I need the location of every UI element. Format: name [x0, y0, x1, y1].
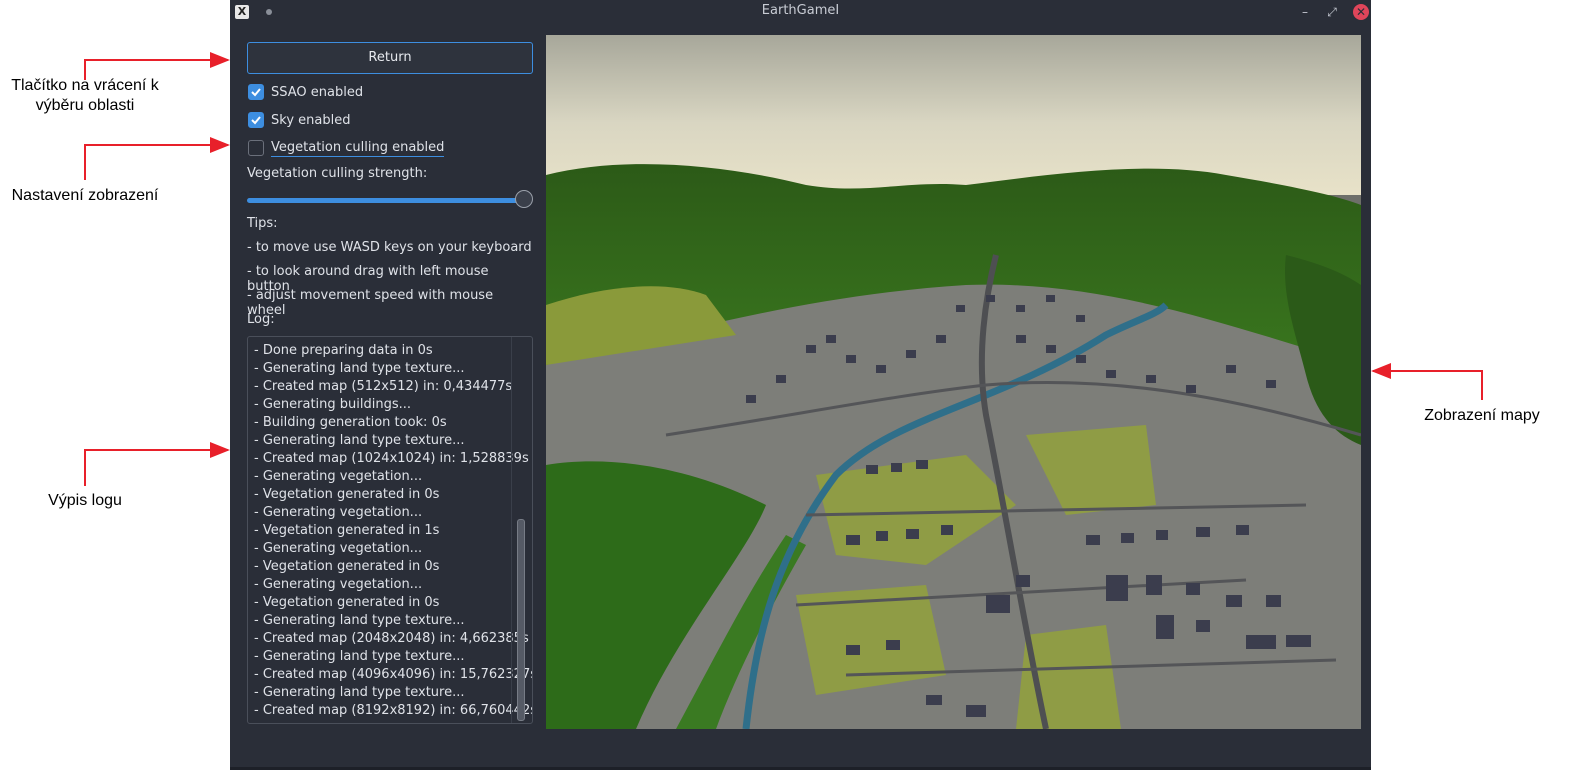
- log-list: - Done preparing data in 0s - Generating …: [254, 342, 533, 720]
- minimize-button[interactable]: –: [1297, 4, 1313, 20]
- log-entry: - Done preparing data in 0s: [254, 343, 433, 358]
- culling-strength-slider[interactable]: [247, 198, 523, 203]
- arrow-map: [1371, 363, 1483, 400]
- app-window: X EarthGameI – ⤢ ✕ Return SSAO enabled S…: [230, 0, 1371, 770]
- tip-item: - to move use WASD keys on your keyboard: [247, 240, 532, 255]
- culling-strength-slider-handle[interactable]: [515, 190, 533, 208]
- meadow: [1016, 625, 1121, 729]
- log-entry: - Created map (512x512) in: 0,434477s: [254, 379, 513, 394]
- log-scrollbar[interactable]: [511, 337, 532, 723]
- log-entry: - Generating land type texture...: [254, 613, 465, 628]
- log-entry: - Vegetation generated in 0s: [254, 487, 440, 502]
- log-entry: - Vegetation generated in 1s: [254, 523, 440, 538]
- log-entry: - Generating vegetation...: [254, 469, 423, 484]
- annotation-log-output: Výpis logu: [48, 492, 122, 509]
- log-entry: - Building generation took: 0s: [254, 415, 447, 430]
- ssao-label: SSAO enabled: [271, 84, 364, 100]
- log-entry: - Generating vegetation...: [254, 505, 423, 520]
- log-entry: - Generating land type texture...: [254, 649, 465, 664]
- sky-label: Sky enabled: [271, 112, 351, 128]
- tips-heading: Tips:: [247, 216, 278, 231]
- tip-item: - adjust movement speed with mouse wheel: [247, 288, 494, 318]
- check-icon: [251, 88, 261, 97]
- arrow-log: [84, 442, 230, 486]
- ssao-checkbox[interactable]: [248, 84, 264, 100]
- log-entry: - Created map (1024x1024) in: 1,528839s: [254, 451, 529, 466]
- vegetation-culling-label: Vegetation culling enabled: [271, 139, 445, 157]
- vegetation-culling-checkbox[interactable]: [248, 140, 264, 156]
- sky-checkbox[interactable]: [248, 112, 264, 128]
- log-entry: - Generating buildings...: [254, 397, 412, 412]
- log-entry: - Vegetation generated in 0s: [254, 559, 440, 574]
- maximize-button[interactable]: ⤢: [1324, 4, 1340, 20]
- log-entry: - Generating land type texture...: [254, 685, 465, 700]
- log-entry: - Created map (4096x4096) in: 15,762327s: [254, 667, 533, 682]
- log-entry: - Created map (2048x2048) in: 4,662385s: [254, 631, 529, 646]
- culling-strength-label: Vegetation culling strength:: [247, 166, 428, 181]
- check-icon: [251, 116, 261, 125]
- ssao-option[interactable]: SSAO enabled: [248, 82, 363, 102]
- log-entry: - Generating land type texture...: [254, 433, 465, 448]
- window-title: EarthGameI: [761, 3, 840, 18]
- arrow-settings: [84, 137, 230, 180]
- log-entry: - Vegetation generated in 0s: [254, 595, 440, 610]
- title-bar[interactable]: X EarthGameI – ⤢ ✕: [230, 0, 1371, 24]
- log-entry: - Generating vegetation...: [254, 541, 423, 556]
- close-button[interactable]: ✕: [1353, 4, 1369, 20]
- log-heading: Log:: [247, 312, 275, 327]
- return-button[interactable]: Return: [247, 42, 533, 74]
- log-output[interactable]: - Done preparing data in 0s - Generating …: [247, 336, 533, 724]
- map-view[interactable]: [546, 35, 1361, 729]
- log-entry: - Generating land type texture...: [254, 361, 465, 376]
- annotation-return-button: Tlačítko na vrácení k výběru oblasti: [11, 77, 159, 114]
- sky-option[interactable]: Sky enabled: [248, 110, 350, 130]
- log-scrollbar-handle[interactable]: [517, 519, 525, 721]
- annotation-map-view: Zobrazení mapy: [1424, 407, 1540, 424]
- log-entry: - Generating vegetation...: [254, 577, 423, 592]
- annotation-display-settings: Nastavení zobrazení: [11, 187, 159, 204]
- map-render: [546, 35, 1361, 729]
- vegetation-culling-option[interactable]: Vegetation culling enabled: [248, 138, 445, 158]
- log-entry: - Created map (8192x8192) in: 66,760442s: [254, 703, 533, 718]
